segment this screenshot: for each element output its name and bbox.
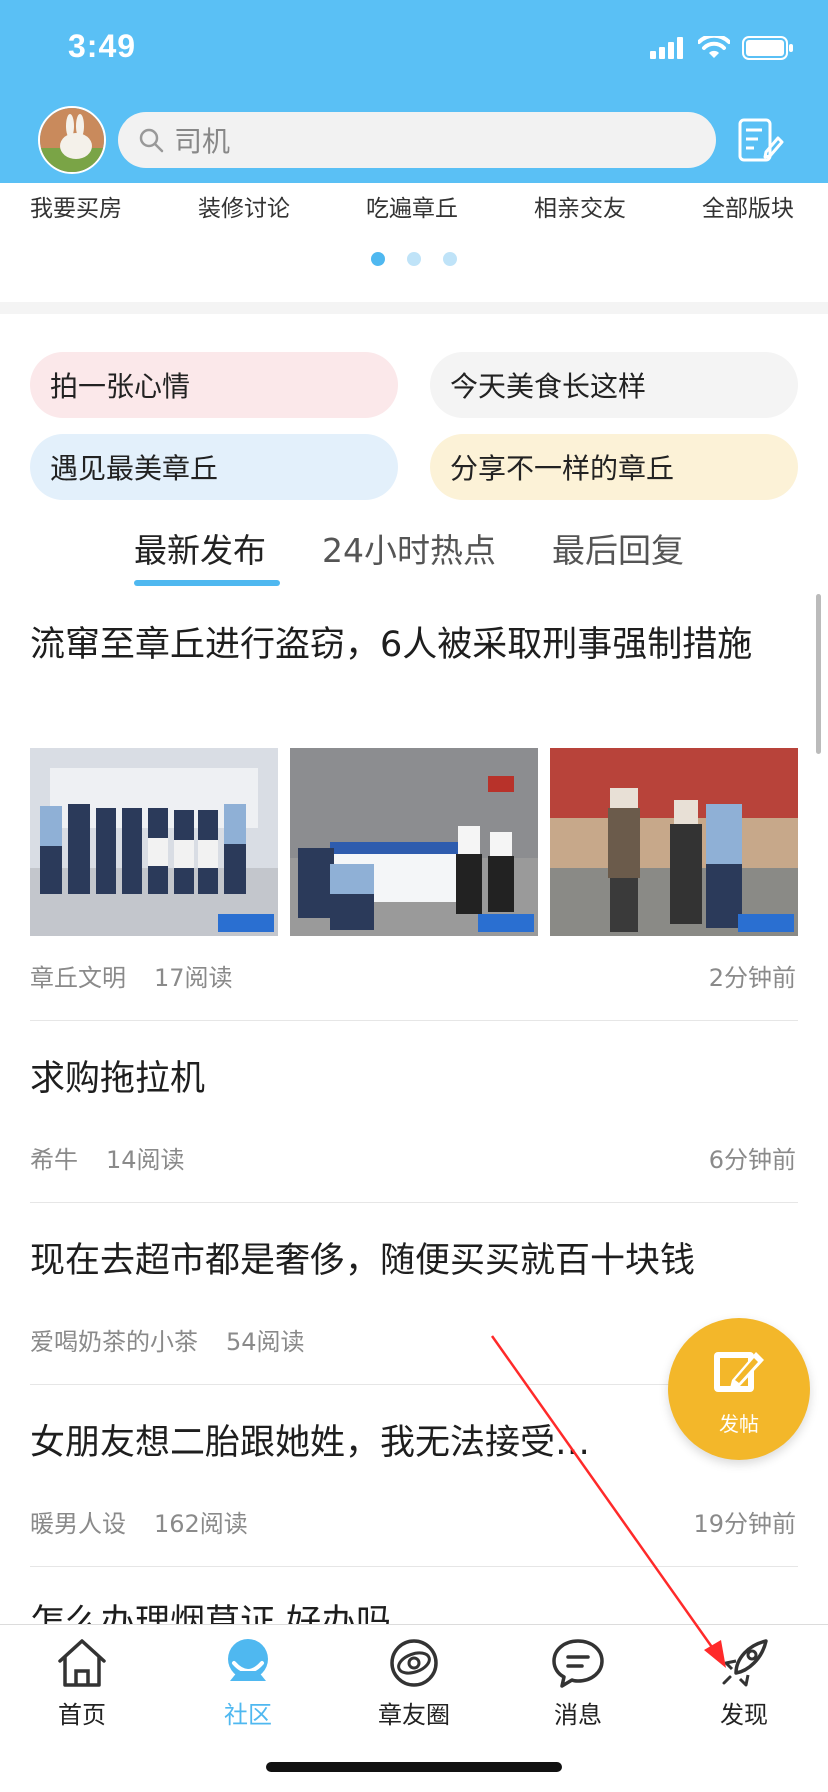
post-image[interactable] xyxy=(30,748,278,936)
nav-home[interactable]: 首页 xyxy=(22,1637,142,1730)
post-time: 6分钟前 xyxy=(708,1146,796,1174)
signal-icon xyxy=(650,37,683,59)
topic-chip-label: 今天美食长这样 xyxy=(450,370,647,403)
status-time: 3:49 xyxy=(68,28,137,64)
nav-label: 首页 xyxy=(58,1701,106,1729)
category-item[interactable]: 装修讨论 xyxy=(198,189,290,223)
nav-label: 章友圈 xyxy=(378,1701,450,1729)
page-dot-active xyxy=(371,252,385,266)
new-post-label: 发帖 xyxy=(719,1412,759,1436)
post-meta: 希牛 14阅读 xyxy=(30,1140,185,1175)
message-icon xyxy=(552,1639,604,1688)
category-row: 我要买房 装修讨论 吃遍章丘 相亲交友 全部版块 xyxy=(0,183,828,223)
compose-icon xyxy=(714,1352,764,1392)
top-header: 3:49 司机 xyxy=(0,0,828,183)
nav-friends-circle[interactable]: 章友圈 xyxy=(354,1637,474,1730)
new-post-button[interactable]: 发帖 xyxy=(668,1318,810,1460)
nav-messages[interactable]: 消息 xyxy=(518,1637,638,1730)
category-item[interactable]: 吃遍章丘 xyxy=(366,189,458,223)
section-divider xyxy=(0,302,828,314)
topic-chip-label: 遇见最美章丘 xyxy=(50,452,219,485)
nav-discover[interactable]: 发现 xyxy=(684,1637,804,1730)
post-title[interactable]: 流窜至章丘进行盗窃，6人被采取刑事强制措施 xyxy=(30,620,800,670)
post-divider xyxy=(30,1566,798,1567)
wifi-icon xyxy=(698,36,730,58)
post-divider xyxy=(30,1202,798,1203)
page-dot xyxy=(443,252,457,266)
topic-chip[interactable]: 遇见最美章丘 xyxy=(30,434,398,500)
avatar-image xyxy=(40,108,104,172)
topic-chip-label: 分享不一样的章丘 xyxy=(450,452,675,485)
topic-chip[interactable]: 分享不一样的章丘 xyxy=(430,434,798,500)
home-icon xyxy=(58,1639,106,1687)
post-reads: 162阅读 xyxy=(154,1510,248,1538)
post-photo xyxy=(30,748,278,936)
post-author[interactable]: 爱喝奶茶的小茶 xyxy=(30,1328,198,1356)
user-avatar[interactable] xyxy=(38,106,106,174)
active-tab-indicator xyxy=(134,580,280,586)
nav-community[interactable]: 社区 xyxy=(188,1637,308,1730)
home-indicator xyxy=(266,1762,562,1772)
status-icons xyxy=(650,36,794,60)
post-meta: 暖男人设 162阅读 xyxy=(30,1504,248,1539)
category-item[interactable]: 我要买房 xyxy=(30,189,122,223)
post-reads: 14阅读 xyxy=(106,1146,185,1174)
topic-chip[interactable]: 拍一张心情 xyxy=(30,352,398,418)
post-reads: 17阅读 xyxy=(154,964,233,992)
scrollbar[interactable] xyxy=(816,594,821,754)
search-icon xyxy=(139,128,164,153)
post-image[interactable] xyxy=(550,748,798,936)
topic-chip-label: 拍一张心情 xyxy=(50,370,191,403)
post-image[interactable] xyxy=(290,748,538,936)
post-author[interactable]: 希牛 xyxy=(30,1146,78,1174)
nav-label: 消息 xyxy=(554,1701,602,1729)
tab-last-reply[interactable]: 最后回复 xyxy=(552,524,684,572)
edit-note-icon xyxy=(738,118,784,162)
planet-icon xyxy=(390,1639,438,1687)
search-placeholder: 司机 xyxy=(174,125,231,158)
tab-24h-hot[interactable]: 24小时热点 xyxy=(322,524,496,572)
post-time: 2分钟前 xyxy=(708,964,796,992)
battery-icon xyxy=(742,36,793,60)
post-title[interactable]: 现在去超市都是奢侈，随便买买就百十块钱 xyxy=(30,1236,800,1286)
topic-chip[interactable]: 今天美食长这样 xyxy=(430,352,798,418)
page-indicator xyxy=(0,252,828,266)
post-author[interactable]: 暖男人设 xyxy=(30,1510,126,1538)
post-reads: 54阅读 xyxy=(226,1328,305,1356)
community-icon xyxy=(228,1639,268,1681)
post-divider xyxy=(30,1020,798,1021)
post-time: 19分钟前 xyxy=(693,1510,796,1538)
post-meta: 章丘文明 17阅读 xyxy=(30,958,233,993)
post-photo xyxy=(550,748,798,936)
feed-tabs: 最新发布 24小时热点 最后回复 xyxy=(0,516,828,588)
post-title[interactable]: 求购拖拉机 xyxy=(30,1054,800,1104)
rocket-icon xyxy=(722,1639,768,1687)
post-author[interactable]: 章丘文明 xyxy=(30,964,126,992)
post-photo xyxy=(290,748,538,936)
category-item-all[interactable]: 全部版块 xyxy=(702,189,794,223)
nav-label: 社区 xyxy=(224,1701,272,1729)
page-dot xyxy=(407,252,421,266)
category-item[interactable]: 相亲交友 xyxy=(534,189,626,223)
post-meta: 爱喝奶茶的小茶 54阅读 xyxy=(30,1322,305,1357)
search-input[interactable]: 司机 xyxy=(118,112,716,168)
compose-button[interactable] xyxy=(730,112,786,168)
nav-label: 发现 xyxy=(720,1701,768,1729)
tab-latest[interactable]: 最新发布 xyxy=(134,524,266,572)
